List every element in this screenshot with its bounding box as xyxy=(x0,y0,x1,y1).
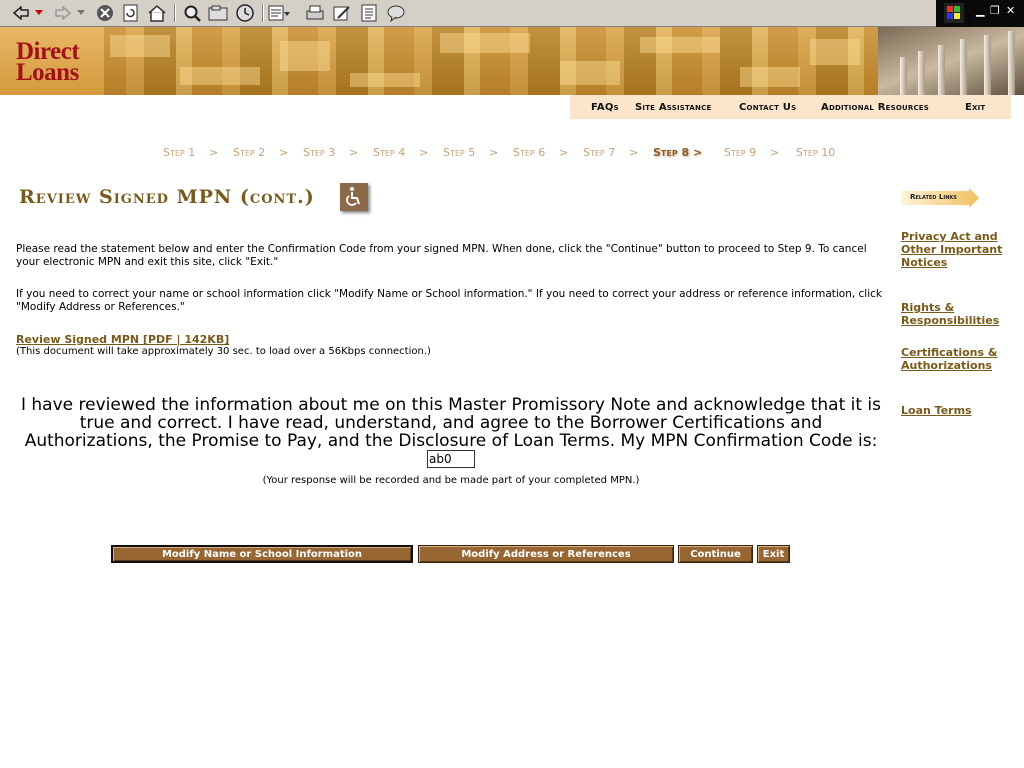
nav-additional-resources[interactable]: Additional Resources xyxy=(821,102,929,113)
window-controls: ▁ ❐ ✕ xyxy=(936,0,1024,27)
document-load-note: (This document will take approximately 3… xyxy=(16,346,431,357)
step-5: Step 5 xyxy=(443,146,476,159)
nav-site-assistance[interactable]: Site Assistance xyxy=(635,102,711,113)
forward-dropdown-icon[interactable] xyxy=(75,3,87,23)
continue-button[interactable]: Continue xyxy=(678,545,753,563)
top-navigation: FAQs Site Assistance Contact Us Addition… xyxy=(570,95,1011,119)
step-9: Step 9 xyxy=(724,146,757,159)
back-dropdown-icon[interactable] xyxy=(33,3,45,23)
favorites-icon[interactable] xyxy=(207,3,229,23)
step-separator: > xyxy=(770,146,780,159)
acknowledgement-text: I have reviewed the information about me… xyxy=(20,395,882,451)
sidebar-link-privacy-act[interactable]: Privacy Act and Other Important Notices xyxy=(901,230,1011,269)
step-2: Step 2 xyxy=(233,146,266,159)
search-icon[interactable] xyxy=(181,3,203,23)
page-title: Review Signed MPN (cont.) xyxy=(19,186,315,208)
modify-name-school-button[interactable]: Modify Name or School Information xyxy=(111,545,413,563)
toolbar-separator xyxy=(174,4,176,22)
print-icon[interactable] xyxy=(304,3,326,23)
restore-icon[interactable]: ❐ xyxy=(990,4,1000,17)
messenger-icon[interactable] xyxy=(385,3,407,23)
step-separator: > xyxy=(629,146,639,159)
notes-icon[interactable] xyxy=(358,3,380,23)
direct-loans-logo[interactable]: Direct Loans xyxy=(16,39,80,85)
stop-icon[interactable] xyxy=(94,3,116,23)
sidebar-link-certifications[interactable]: Certifications & Authorizations xyxy=(901,346,1001,372)
sidebar-link-rights-responsibilities[interactable]: Rights & Responsibilities xyxy=(901,301,1011,327)
home-icon[interactable] xyxy=(146,3,168,23)
acknowledgement-statement: I have reviewed the information about me… xyxy=(16,396,886,468)
step-progress: Step 1 > Step 2 > Step 3 > Step 4 > Step… xyxy=(0,146,1024,162)
step-separator: > xyxy=(489,146,499,159)
history-icon[interactable] xyxy=(234,3,256,23)
refresh-icon[interactable] xyxy=(120,3,142,23)
nav-faqs[interactable]: FAQs xyxy=(591,102,619,113)
windows-flag-icon xyxy=(944,3,964,23)
sidebar-link-loan-terms[interactable]: Loan Terms xyxy=(901,404,1011,417)
close-icon[interactable]: ✕ xyxy=(1006,4,1015,17)
step-separator: > xyxy=(209,146,219,159)
nav-contact-us[interactable]: Contact Us xyxy=(739,102,796,113)
modify-address-references-button[interactable]: Modify Address or References xyxy=(418,545,674,563)
accessibility-icon[interactable] xyxy=(340,183,368,211)
step-8-current: Step 8 > xyxy=(653,146,703,159)
step-7: Step 7 xyxy=(583,146,616,159)
step-separator: > xyxy=(559,146,569,159)
toolbar-separator xyxy=(262,4,264,22)
related-links-label: Related Links xyxy=(910,193,957,201)
instructions-text: Please read the statement below and ente… xyxy=(16,243,867,268)
response-recorded-note: (Your response will be recorded and be m… xyxy=(262,475,640,486)
step-separator: > xyxy=(279,146,289,159)
correction-instructions-text: If you need to correct your name or scho… xyxy=(16,288,882,313)
step-1: Step 1 xyxy=(163,146,196,159)
review-signed-mpn-link[interactable]: Review Signed MPN [PDF | 142KB] xyxy=(16,333,229,346)
step-10: Step 10 xyxy=(796,146,836,159)
step-4: Step 4 xyxy=(373,146,406,159)
nav-exit[interactable]: Exit xyxy=(965,102,985,113)
header-banner xyxy=(0,27,1024,95)
step-separator: > xyxy=(349,146,359,159)
forward-icon[interactable] xyxy=(52,3,74,23)
minimize-icon[interactable]: ▁ xyxy=(976,4,984,17)
mail-icon[interactable] xyxy=(268,3,290,23)
step-3: Step 3 xyxy=(303,146,336,159)
back-icon[interactable] xyxy=(10,3,32,23)
exit-button[interactable]: Exit xyxy=(757,545,790,563)
step-6: Step 6 xyxy=(513,146,546,159)
building-columns-image xyxy=(878,27,1024,95)
step-separator: > xyxy=(419,146,429,159)
related-links-badge: Related Links xyxy=(901,188,979,208)
edit-icon[interactable] xyxy=(331,3,353,23)
browser-toolbar: ▁ ❐ ✕ xyxy=(0,0,1024,27)
confirmation-code-input[interactable] xyxy=(427,450,475,468)
